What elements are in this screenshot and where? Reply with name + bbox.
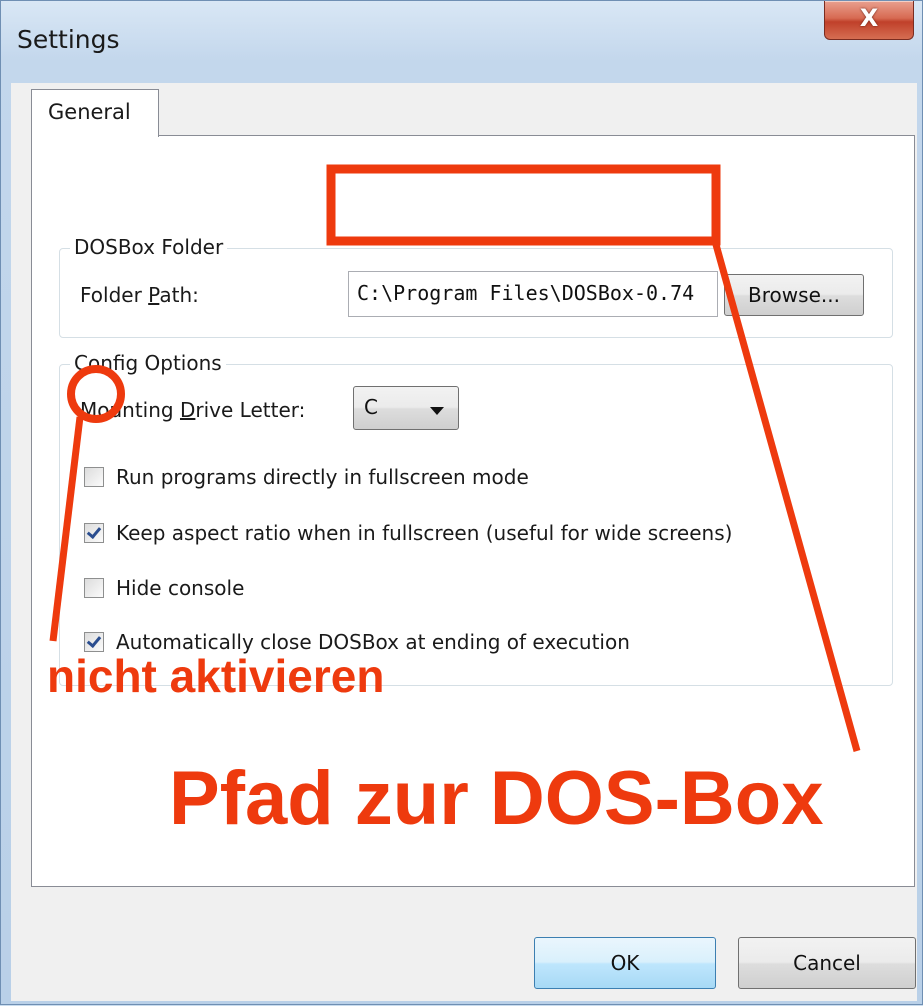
window-title: Settings bbox=[17, 25, 120, 54]
dosbox-folder-legend: DOSBox Folder bbox=[70, 235, 228, 259]
config-options-legend: Config Options bbox=[70, 351, 226, 375]
close-icon: X bbox=[859, 4, 879, 32]
hide-console-checkbox-label[interactable]: Hide console bbox=[116, 576, 244, 600]
drive-letter-label: Mounting Drive Letter: bbox=[80, 398, 306, 422]
fullscreen-checkbox[interactable] bbox=[84, 467, 104, 487]
chevron-down-icon bbox=[430, 407, 444, 415]
drive-letter-select[interactable]: C bbox=[353, 386, 459, 430]
cancel-button[interactable]: Cancel bbox=[738, 937, 916, 989]
settings-dialog: Settings X General DOSBox Folder Folder … bbox=[0, 0, 923, 1005]
tab-general[interactable]: General bbox=[31, 89, 159, 137]
folder-path-input[interactable]: C:\Program Files\DOSBox-0.74 bbox=[348, 271, 718, 317]
aspect-ratio-checkbox-label[interactable]: Keep aspect ratio when in fullscreen (us… bbox=[116, 521, 732, 545]
note-do-not-activate: nicht aktivieren bbox=[47, 650, 385, 702]
note-path-to-dosbox: Pfad zur DOS-Box bbox=[169, 756, 824, 841]
browse-button[interactable]: Browse... bbox=[724, 274, 864, 316]
fullscreen-checkbox-label[interactable]: Run programs directly in fullscreen mode bbox=[116, 465, 529, 489]
hide-console-checkbox[interactable] bbox=[84, 578, 104, 598]
drive-letter-value: C bbox=[364, 395, 378, 419]
dialog-client-area: General DOSBox Folder Folder Path: C:\Pr… bbox=[11, 83, 917, 1001]
folder-path-label: Folder Path: bbox=[80, 283, 199, 307]
tab-general-label: General bbox=[48, 100, 131, 124]
ok-button[interactable]: OK bbox=[534, 937, 716, 989]
close-button[interactable]: X bbox=[824, 1, 914, 40]
title-bar[interactable]: Settings X bbox=[1, 1, 922, 83]
aspect-ratio-checkbox[interactable] bbox=[84, 523, 104, 543]
